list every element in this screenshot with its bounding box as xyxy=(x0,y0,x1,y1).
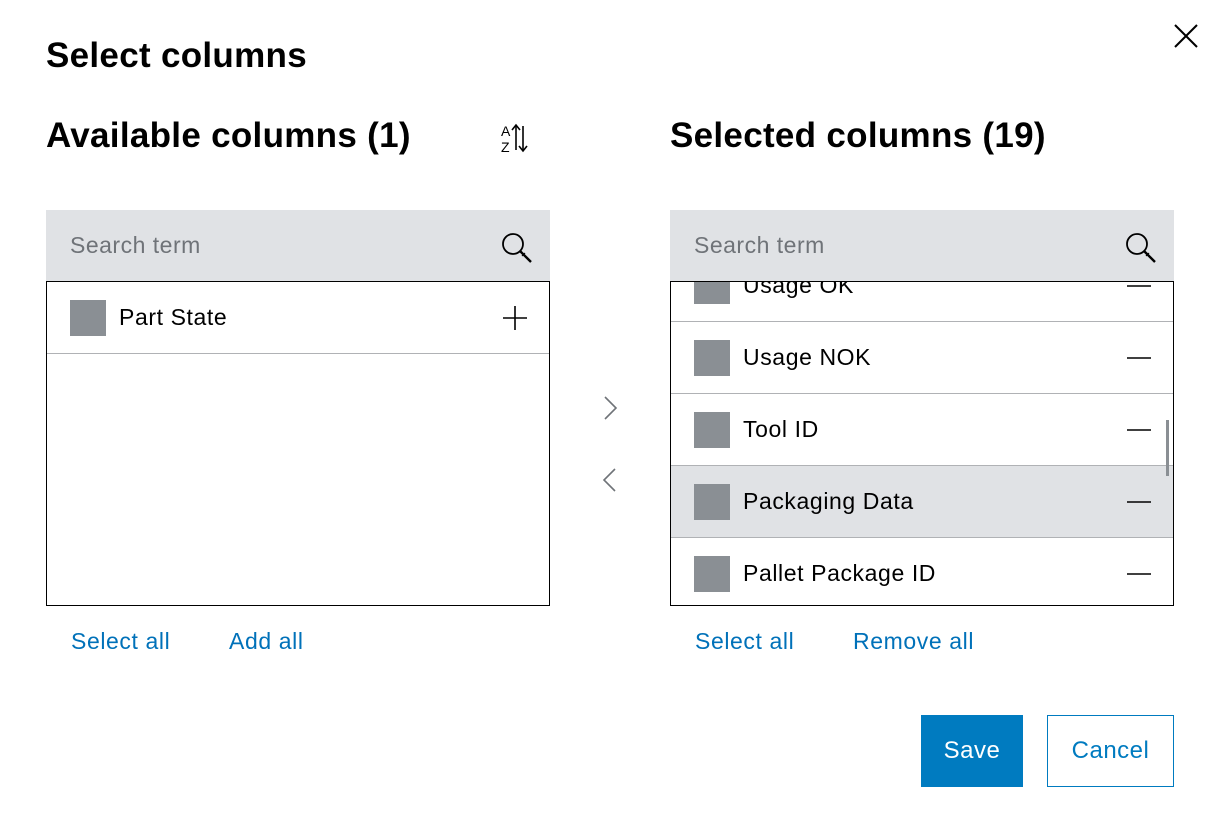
search-icon[interactable] xyxy=(500,231,534,265)
list-item-highlighted[interactable]: Packaging Data xyxy=(671,466,1173,538)
remove-column-button[interactable] xyxy=(1125,488,1153,516)
column-chip xyxy=(694,411,730,448)
minus-icon[interactable] xyxy=(1126,345,1152,371)
list-scrollbar[interactable] xyxy=(1166,420,1169,476)
list-item[interactable]: Part State xyxy=(47,282,549,354)
close-icon[interactable] xyxy=(1173,23,1199,49)
minus-icon[interactable] xyxy=(1126,561,1152,587)
remove-column-button[interactable] xyxy=(1125,282,1153,300)
dialog-title: Select columns xyxy=(46,36,307,75)
remove-column-button[interactable] xyxy=(1125,560,1153,588)
column-chip xyxy=(694,483,730,520)
column-chip xyxy=(694,282,730,304)
minus-icon[interactable] xyxy=(1126,282,1152,299)
save-button[interactable]: Save xyxy=(921,715,1023,787)
available-columns-heading: Available columns (1) xyxy=(46,116,411,155)
selected-search-box xyxy=(670,210,1174,282)
list-item[interactable]: Usage OK xyxy=(671,282,1173,322)
selected-select-all-link[interactable]: Select all xyxy=(695,628,794,655)
column-label: Pallet Package ID xyxy=(743,560,937,586)
list-item[interactable]: Pallet Package ID xyxy=(671,538,1173,605)
add-all-link[interactable]: Add all xyxy=(229,628,304,655)
minus-icon[interactable] xyxy=(1126,489,1152,515)
search-icon[interactable] xyxy=(1124,231,1158,265)
selected-columns-heading: Selected columns (19) xyxy=(670,116,1046,155)
column-chip xyxy=(694,555,730,592)
svg-text:A: A xyxy=(501,123,511,139)
sort-az-icon[interactable]: A Z xyxy=(496,120,532,156)
column-label: Tool ID xyxy=(743,416,819,442)
column-label: Usage OK xyxy=(743,282,854,298)
column-label: Usage NOK xyxy=(743,344,872,370)
selected-columns-panel: Usage OK Usage NOK Tool ID xyxy=(670,210,1174,606)
column-label: Part State xyxy=(119,304,228,330)
chevron-left-icon[interactable] xyxy=(596,466,624,494)
selected-columns-list[interactable]: Usage OK Usage NOK Tool ID Packaging Dat… xyxy=(670,282,1174,606)
add-column-button[interactable] xyxy=(501,304,529,332)
available-search-box xyxy=(46,210,550,282)
available-columns-panel: Part State xyxy=(46,210,550,606)
list-item[interactable]: Usage NOK xyxy=(671,322,1173,394)
available-search-input[interactable] xyxy=(46,210,486,281)
available-select-all-link[interactable]: Select all xyxy=(71,628,170,655)
list-item[interactable]: Tool ID xyxy=(671,394,1173,466)
available-columns-list: Part State xyxy=(46,282,550,606)
sort-button[interactable]: A Z xyxy=(496,120,532,156)
column-chip xyxy=(70,299,106,336)
remove-column-button[interactable] xyxy=(1125,416,1153,444)
close-button[interactable] xyxy=(1168,18,1204,54)
plus-icon[interactable] xyxy=(502,305,528,331)
selected-search-input[interactable] xyxy=(670,210,1110,281)
column-label: Packaging Data xyxy=(743,488,914,514)
chevron-right-icon[interactable] xyxy=(596,394,624,422)
remove-all-link[interactable]: Remove all xyxy=(853,628,974,655)
cancel-button[interactable]: Cancel xyxy=(1047,715,1174,787)
minus-icon[interactable] xyxy=(1126,417,1152,443)
svg-text:Z: Z xyxy=(501,139,510,155)
column-chip xyxy=(694,339,730,376)
remove-column-button[interactable] xyxy=(1125,344,1153,372)
